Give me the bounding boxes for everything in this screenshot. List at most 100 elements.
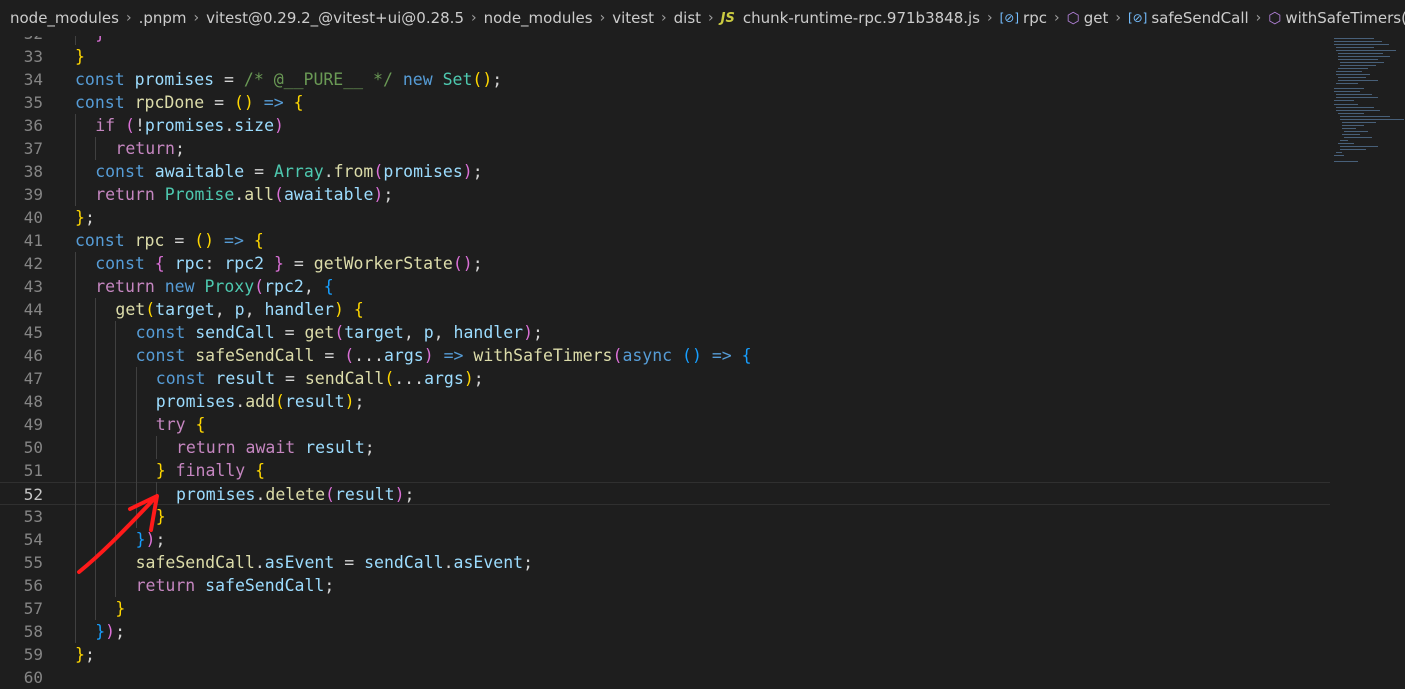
breadcrumb-label: chunk-runtime-rpc.971b3848.js	[742, 9, 980, 27]
line-number: 33	[23, 47, 43, 66]
chevron-right-icon: ›	[987, 10, 993, 26]
code-token: }	[75, 47, 85, 66]
code-token: .	[235, 392, 246, 411]
code-token: =	[314, 346, 345, 365]
line-number: 54	[23, 530, 43, 549]
line-number: 46	[23, 346, 43, 365]
code-token: ()	[233, 93, 254, 112]
code-token: rpcDone	[134, 93, 205, 112]
code-token: .	[234, 185, 245, 204]
code-token: (	[373, 162, 384, 181]
code-token: )	[373, 185, 384, 204]
code-token: {	[195, 415, 206, 434]
breadcrumb-item[interactable]: vitest	[612, 9, 654, 27]
code-line[interactable]: 48 promises.add(result);	[0, 390, 1330, 413]
code-line[interactable]: 50 return await result;	[0, 436, 1330, 459]
code-token: ;	[84, 208, 95, 227]
chevron-right-icon: ›	[661, 10, 667, 26]
code-line[interactable]: 33}	[0, 45, 1330, 68]
code-editor[interactable]: 32}33}34const promises = /* @__PURE__ */…	[0, 18, 1405, 688]
minimap[interactable]	[1330, 36, 1405, 676]
code-line[interactable]: 35 const rpcDone = () => {	[0, 91, 1330, 114]
code-text: });	[136, 528, 166, 551]
code-line[interactable]: 42 const { rpc: rpc2 } = getWorkerState()…	[0, 252, 1330, 275]
code-token: ;	[115, 622, 125, 641]
code-line[interactable]: 57}	[0, 597, 1330, 620]
code-token: {	[154, 254, 165, 273]
code-token: :	[204, 254, 225, 273]
code-text: };	[75, 206, 95, 229]
code-line[interactable]: 60	[0, 666, 1330, 689]
line-number: 51	[23, 461, 43, 480]
code-token: (	[125, 116, 135, 135]
breadcrumb-item[interactable]: dist	[674, 9, 701, 27]
code-line[interactable]: 45 const sendCall = get(target, p, handle…	[0, 321, 1330, 344]
indent-guide	[95, 298, 97, 620]
code-line[interactable]: 41 const rpc = () => {	[0, 229, 1330, 252]
code-line[interactable]: 34 const promises = /* @__PURE__ */ new S…	[0, 68, 1330, 91]
code-token: return	[115, 139, 175, 158]
code-token: (	[344, 346, 355, 365]
code-token: sendCall	[364, 553, 444, 572]
code-line[interactable]: 39 return Promise.all(awaitable);	[0, 183, 1330, 206]
code-line[interactable]: 43 return new Proxy(rpc2, {	[0, 275, 1330, 298]
breadcrumb-label: node_modules	[483, 9, 593, 27]
breadcrumb-item[interactable]: node_modules	[484, 9, 593, 27]
code-line[interactable]: 36 if (!promises.size)	[0, 114, 1330, 137]
code-token: try	[155, 415, 186, 434]
breadcrumb-item[interactable]: node_modules	[10, 9, 119, 27]
code-line[interactable]: 56 return safeSendCall;	[0, 574, 1330, 597]
code-line[interactable]: 52 promises.delete(result);	[0, 482, 1330, 505]
code-token: target	[344, 323, 404, 342]
code-text: return safeSendCall;	[136, 574, 335, 597]
breadcrumb-item[interactable]: vitest@0.29.2_@vitest+ui@0.28.5	[206, 9, 464, 27]
code-token: (	[275, 392, 285, 411]
code-line[interactable]: 54});	[0, 528, 1330, 551]
breadcrumb-item[interactable]: JS chunk-runtime-rpc.971b3848.js	[721, 9, 980, 27]
code-line[interactable]: 58});	[0, 620, 1330, 643]
code-line[interactable]: 53}	[0, 505, 1330, 528]
code-line[interactable]: 46 const safeSendCall = (...args) => with…	[0, 344, 1330, 367]
breadcrumb-item[interactable]: ⬡ get	[1067, 9, 1109, 27]
code-token: =	[204, 93, 234, 112]
code-token: )	[333, 300, 344, 319]
breadcrumb-item[interactable]: [⊘] rpc	[1000, 9, 1047, 27]
code-text: };	[75, 643, 95, 666]
code-line[interactable]: 49 try {	[0, 413, 1330, 436]
code-line[interactable]: 47 const result = sendCall(...args);	[0, 367, 1330, 390]
code-token: {	[353, 300, 364, 319]
code-token: ()	[682, 346, 702, 365]
code-line[interactable]: 51} finally {	[0, 459, 1330, 482]
indent-guide	[155, 482, 157, 505]
indent-guide	[115, 321, 117, 597]
line-number: 59	[23, 645, 43, 664]
code-text: const awaitable = Array.from(promises);	[95, 160, 482, 183]
code-text: const { rpc: rpc2 } = getWorkerState();	[95, 252, 483, 275]
breadcrumb-item[interactable]: .pnpm	[139, 9, 187, 27]
code-text: if (!promises.size)	[95, 114, 284, 137]
line-number: 55	[23, 553, 43, 572]
code-token: return	[135, 576, 196, 595]
code-token: result	[215, 369, 276, 388]
code-token: {	[253, 231, 264, 250]
breadcrumb-item[interactable]: [⊘] safeSendCall	[1128, 9, 1249, 27]
code-token: finally	[175, 461, 246, 480]
code-line[interactable]: 44 get(target, p, handler) {	[0, 298, 1330, 321]
code-line[interactable]: 38 const awaitable = Array.from(promises)…	[0, 160, 1330, 183]
code-text: const rpc = () => {	[75, 229, 264, 252]
code-line[interactable]: 55 safeSendCall.asEvent = sendCall.asEven…	[0, 551, 1330, 574]
code-line[interactable]: 59};	[0, 643, 1330, 666]
breadcrumb-item[interactable]: ⬡withSafeTimers() callback	[1268, 9, 1405, 27]
code-token: handler	[264, 300, 334, 319]
code-token: }	[135, 530, 146, 549]
code-line[interactable]: 40};	[0, 206, 1330, 229]
code-line[interactable]: 37 return;	[0, 137, 1330, 160]
